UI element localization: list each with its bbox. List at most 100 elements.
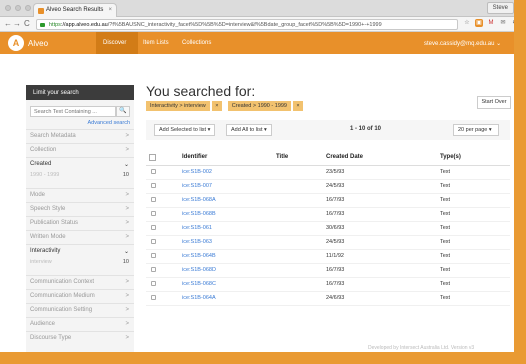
table-header-row: Identifier Title Created Date Type(s) <box>146 150 510 166</box>
facet-speech-style[interactable]: Speech Style > <box>26 202 134 216</box>
row-title <box>276 221 326 236</box>
sidebar-title: Limit your search <box>26 85 134 100</box>
chevron-right-icon: > <box>125 293 129 299</box>
alveo-logo-icon[interactable]: A <box>8 35 24 51</box>
remove-filter-icon[interactable]: × <box>211 101 222 111</box>
facet-count: 10 <box>122 259 129 265</box>
back-arrow-icon[interactable]: ← <box>4 19 12 28</box>
nav-discover[interactable]: Discover <box>96 32 138 54</box>
row-identifier-link[interactable]: ice:S1B-002 <box>170 165 276 180</box>
row-title <box>276 277 326 292</box>
mail-icon[interactable]: ✉ <box>499 19 507 27</box>
chevron-right-icon: > <box>125 192 129 198</box>
gmail-icon[interactable]: M <box>487 19 495 27</box>
row-checkbox[interactable] <box>151 211 156 217</box>
row-identifier-link[interactable]: ice:S1B-068C <box>170 277 276 292</box>
row-checkbox[interactable] <box>151 183 156 189</box>
chevron-right-icon: > <box>125 335 129 341</box>
minimize-window-button[interactable] <box>15 5 21 11</box>
tab-close-icon[interactable]: × <box>108 7 112 13</box>
facet-communication-context[interactable]: Communication Context > <box>26 275 134 289</box>
extension-icon[interactable]: ▣ <box>475 19 483 27</box>
row-identifier-link[interactable]: ice:S1B-068B <box>170 207 276 222</box>
column-created-date[interactable]: Created Date <box>326 150 440 166</box>
facet-mode[interactable]: Mode > <box>26 188 134 202</box>
search-text-input[interactable] <box>30 106 116 117</box>
browser-tab[interactable]: Alveo Search Results × <box>33 3 117 17</box>
add-selected-to-list-button[interactable]: Add Selected to list ▾ <box>154 124 216 136</box>
maximize-window-button[interactable] <box>25 5 31 11</box>
select-all-cell <box>146 150 170 166</box>
window-controls <box>5 5 31 11</box>
facet-audience[interactable]: Audience > <box>26 317 134 331</box>
facet-communication-medium[interactable]: Communication Medium > <box>26 289 134 303</box>
row-checkbox[interactable] <box>151 267 156 273</box>
nav-collections[interactable]: Collections <box>182 32 211 54</box>
chevron-right-icon: > <box>125 234 129 240</box>
facet-created[interactable]: Created ⌄ <box>26 157 134 171</box>
tab-bar: Alveo Search Results × Steve <box>0 0 514 17</box>
column-types[interactable]: Type(s) <box>440 150 510 166</box>
brand-name[interactable]: Alveo <box>28 39 48 48</box>
row-type: Text <box>440 263 510 278</box>
reload-icon[interactable]: C <box>24 19 30 28</box>
row-identifier-link[interactable]: ice:S1B-068A <box>170 193 276 208</box>
table-row: ice:S1B-068B 16/7/93 Text <box>146 207 510 222</box>
row-identifier-link[interactable]: ice:S1B-061 <box>170 221 276 236</box>
facet-label: Speech Style <box>30 206 66 212</box>
nav-item-lists[interactable]: Item Lists <box>143 32 169 54</box>
row-checkbox[interactable] <box>151 295 156 301</box>
remove-filter-icon[interactable]: × <box>293 101 303 111</box>
row-identifier-link[interactable]: ice:S1B-063 <box>170 235 276 250</box>
facet-interactivity[interactable]: Interactivity ⌄ <box>26 244 134 258</box>
row-checkbox[interactable] <box>151 225 156 231</box>
row-identifier-link[interactable]: ice:S1B-007 <box>170 179 276 194</box>
row-identifier-link[interactable]: ice:S1B-064A <box>170 291 276 306</box>
facet-search-metadata[interactable]: Search Metadata > <box>26 129 134 143</box>
row-identifier-link[interactable]: ice:S1B-068D <box>170 263 276 278</box>
row-select-cell <box>146 277 170 292</box>
row-select-cell <box>146 165 170 180</box>
row-select-cell <box>146 207 170 222</box>
row-checkbox[interactable] <box>151 239 156 245</box>
facet-value-created[interactable]: 1990 - 1999 10 <box>26 171 134 182</box>
forward-arrow-icon[interactable]: → <box>13 19 21 28</box>
url-field[interactable]: https://app.alveo.edu.au/?f%5BAUSNC_inte… <box>36 19 458 30</box>
facet-publication-status[interactable]: Publication Status > <box>26 216 134 230</box>
user-menu[interactable]: steve.cassidy@mq.edu.au ⌄ <box>424 40 501 47</box>
per-page-select[interactable]: 20 per page ▾ <box>453 124 499 136</box>
chevron-down-icon: ⌄ <box>123 162 129 168</box>
row-created-date: 16/7/93 <box>326 193 440 208</box>
lock-icon <box>40 23 45 27</box>
filter-chip-created[interactable]: Created > 1990 - 1999 <box>227 101 291 111</box>
advanced-search-link[interactable]: Advanced search <box>88 120 131 126</box>
add-all-to-list-button[interactable]: Add All to list ▾ <box>226 124 272 136</box>
facet-communication-setting[interactable]: Communication Setting > <box>26 303 134 317</box>
column-title[interactable]: Title <box>276 150 326 166</box>
row-identifier-link[interactable]: ice:S1B-064B <box>170 249 276 264</box>
facet-collection[interactable]: Collection > <box>26 143 134 157</box>
select-all-checkbox[interactable] <box>149 153 156 161</box>
profile-button[interactable]: Steve <box>486 2 514 14</box>
facet-label: Discourse Type <box>30 335 72 341</box>
row-created-date: 16/7/93 <box>326 277 440 292</box>
settings-icon[interactable]: ✱ <box>511 19 514 27</box>
row-created-date: 23/5/93 <box>326 165 440 180</box>
filter-chip-interactivity[interactable]: Interactivity > interview <box>146 101 210 111</box>
facet-value-interactivity[interactable]: interview 10 <box>26 258 134 269</box>
close-window-button[interactable] <box>5 5 11 11</box>
url-host: ://app.alveo.edu.au <box>60 22 108 28</box>
start-over-button[interactable]: Start Over <box>477 96 511 109</box>
row-select-cell <box>146 221 170 236</box>
facet-written-mode[interactable]: Written Mode > <box>26 230 134 244</box>
row-checkbox[interactable] <box>151 253 156 259</box>
facet-discourse-type[interactable]: Discourse Type > <box>26 331 134 345</box>
column-identifier[interactable]: Identifier <box>170 150 276 166</box>
row-checkbox[interactable] <box>151 281 156 287</box>
footer-text: Developed by Intersect Australia Ltd. Ve… <box>368 345 475 351</box>
facet-label: Mode <box>30 192 46 198</box>
row-checkbox[interactable] <box>151 169 156 175</box>
bookmark-star-icon[interactable]: ☆ <box>463 19 471 27</box>
row-checkbox[interactable] <box>151 197 156 203</box>
search-button[interactable]: 🔍 <box>116 106 130 117</box>
